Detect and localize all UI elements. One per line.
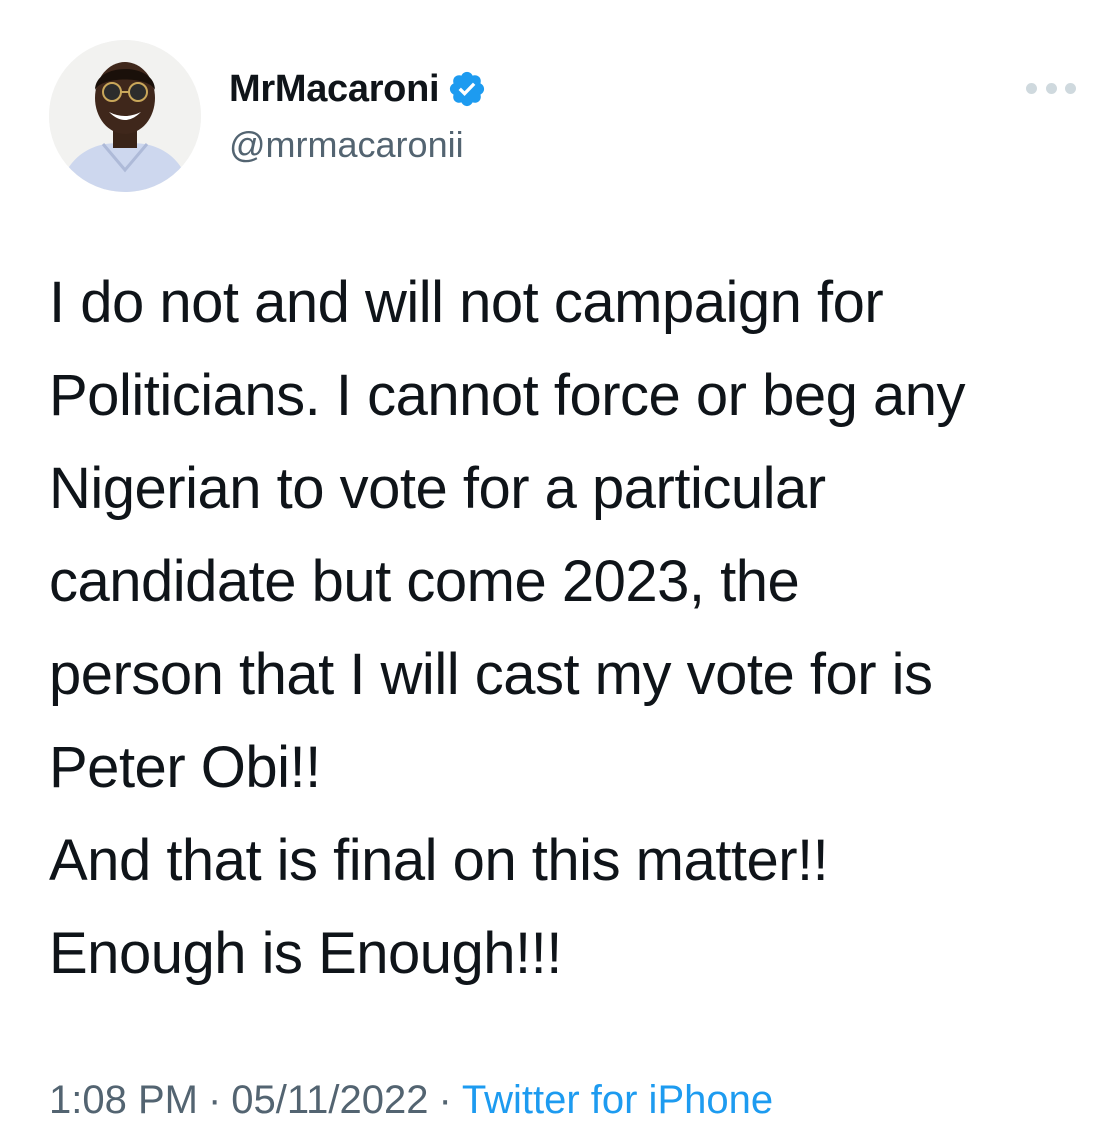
tweet-text: I do not and will not campaign for Polit… bbox=[49, 256, 1079, 1000]
author-handle[interactable]: @mrmacaronii bbox=[229, 124, 464, 166]
tweet-line: Enough is Enough!!! bbox=[49, 921, 562, 986]
tweet-card: MrMacaroni @mrmacaronii I do not and wil… bbox=[0, 0, 1103, 1136]
meta-separator: · bbox=[207, 1078, 222, 1122]
author-name-row: MrMacaroni bbox=[229, 66, 487, 112]
more-dot bbox=[1026, 82, 1037, 94]
meta-separator: · bbox=[438, 1078, 452, 1122]
tweet-line: Politicians. I cannot force or beg any bbox=[49, 363, 965, 428]
avatar-photo bbox=[49, 40, 201, 192]
tweet-line: I do not and will not campaign for bbox=[49, 270, 884, 335]
more-options-icon[interactable] bbox=[1026, 76, 1076, 100]
tweet-line: Nigerian to vote for a particular bbox=[49, 456, 826, 521]
tweet-date[interactable]: 05/11/2022 bbox=[231, 1078, 428, 1122]
tweet-line: Peter Obi!! bbox=[49, 735, 321, 800]
tweet-line: candidate but come 2023, the bbox=[49, 549, 800, 614]
more-dot bbox=[1065, 82, 1076, 94]
author-display-name[interactable]: MrMacaroni bbox=[229, 68, 440, 111]
tweet-line: And that is final on this matter!! bbox=[49, 828, 829, 893]
tweet-meta: 1:08 PM · 05/11/2022 · Twitter for iPhone bbox=[49, 1072, 773, 1128]
more-dot bbox=[1045, 82, 1057, 94]
avatar[interactable] bbox=[49, 40, 201, 192]
tweet-time[interactable]: 1:08 PM bbox=[49, 1078, 198, 1122]
tweet-source-link[interactable]: Twitter for iPhone bbox=[462, 1078, 773, 1122]
verified-badge-icon bbox=[447, 69, 487, 109]
tweet-line: person that I will cast my vote for is bbox=[49, 642, 933, 707]
